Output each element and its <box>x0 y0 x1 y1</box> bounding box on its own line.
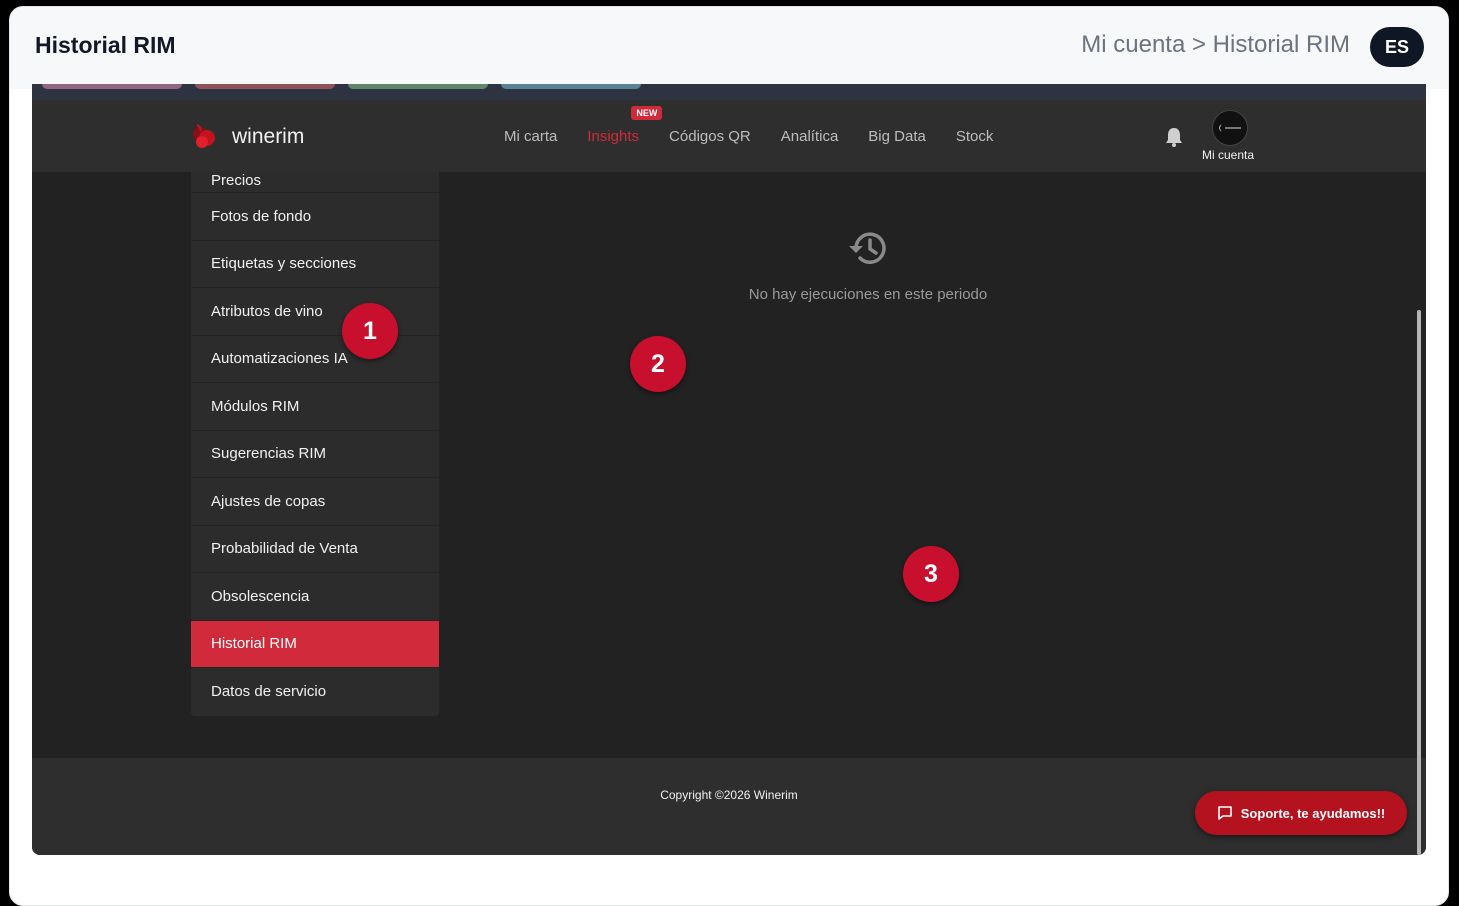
sidebar-item-automatizaciones-ia[interactable]: Automatizaciones IA <box>191 336 439 383</box>
new-badge: NEW <box>631 106 663 120</box>
sidebar-item-atributos-de-vino[interactable]: Atributos de vino <box>191 288 439 336</box>
nav-item-big-data[interactable]: Big Data <box>868 128 926 145</box>
nav-item-c-digos-qr[interactable]: Códigos QR <box>669 128 751 145</box>
nav-item-label: Códigos QR <box>669 128 751 145</box>
account-logo-icon <box>1219 124 1241 132</box>
tab-indicator <box>42 84 182 89</box>
grape-logo-icon <box>193 124 215 148</box>
nav-item-label: Mi carta <box>504 128 558 145</box>
logo-text: winerim <box>232 125 305 148</box>
sidebar-item-ajustes-de-copas[interactable]: Ajustes de copas <box>191 478 439 526</box>
account-label[interactable]: Mi cuenta <box>1202 148 1254 162</box>
tab-indicator <box>348 84 488 89</box>
logo[interactable]: winerim <box>190 122 304 152</box>
scrollbar[interactable] <box>1417 310 1421 855</box>
callout-marker: 3 <box>903 546 959 602</box>
chat-icon <box>1217 806 1232 820</box>
callout-marker: 1 <box>342 303 398 359</box>
page-header: Historial RIM Mi cuenta > Historial RIM … <box>10 7 1448 89</box>
language-badge[interactable]: ES <box>1370 27 1424 67</box>
page-title: Historial RIM <box>35 32 176 58</box>
main-nav: Mi carta Insights NEW Códigos QR Analítica Bi… <box>504 106 994 145</box>
window-tab-strip <box>32 84 1426 100</box>
sidebar-item-etiquetas-y-secciones[interactable]: Etiquetas y secciones <box>191 241 439 288</box>
nav-item-anal-tica[interactable]: Analítica <box>781 128 839 145</box>
sidebar-item-historial-rim[interactable]: Historial RIM <box>191 620 439 668</box>
footer: Copyright ©2026 Winerim Soporte, te ayud… <box>32 758 1426 855</box>
support-label: Soporte, te ayudamos!! <box>1240 805 1386 821</box>
nav-item-stock[interactable]: Stock <box>956 128 994 145</box>
empty-state: No hay ejecuciones en este periodo <box>440 228 1296 303</box>
top-navbar: winerim Mi carta Insights NEW Códigos QR Ana… <box>32 100 1426 172</box>
empty-state-message: No hay ejecuciones en este periodo <box>748 286 988 303</box>
tab-indicator <box>195 84 335 89</box>
sidebar-item-datos-de-servicio[interactable]: Datos de servicio <box>191 668 439 716</box>
sidebar-item-sugerencias-rim[interactable]: Sugerencias RIM <box>191 431 439 478</box>
nav-item-mi-carta[interactable]: Mi carta <box>504 128 557 145</box>
nav-item-label: Insights <box>587 128 640 145</box>
history-icon <box>849 232 886 264</box>
sidebar-item-probabilidad-de-venta[interactable]: Probabilidad de Venta <box>191 526 439 573</box>
sidebar-item-fotos-de-fondo[interactable]: Fotos de fondo <box>191 193 439 241</box>
notification-bell-icon[interactable] <box>1165 127 1183 147</box>
sidebar-item-modulos-rim[interactable]: Módulos RIM <box>191 383 439 431</box>
sidebar-item-precios[interactable]: Precios <box>191 172 439 193</box>
settings-sidebar: Precios Fotos de fondo Etiquetas y seccion… <box>191 172 439 716</box>
winerim-app: winerim Mi carta Insights NEW Códigos QR Ana… <box>32 100 1426 855</box>
nav-item-insights[interactable]: Insights NEW <box>587 106 663 145</box>
tab-indicator <box>501 84 641 89</box>
nav-item-label: Big Data <box>868 128 926 145</box>
nav-item-label: Stock <box>955 128 994 145</box>
sidebar-item-obsolescencia[interactable]: Obsolescencia <box>191 573 439 621</box>
support-chat-button[interactable]: Soporte, te ayudamos!! <box>1195 791 1407 835</box>
avatar[interactable] <box>1212 110 1248 146</box>
breadcrumb: Mi cuenta > Historial RIM <box>1081 31 1350 58</box>
nav-item-label: Analítica <box>780 128 839 145</box>
callout-marker: 2 <box>630 336 686 392</box>
